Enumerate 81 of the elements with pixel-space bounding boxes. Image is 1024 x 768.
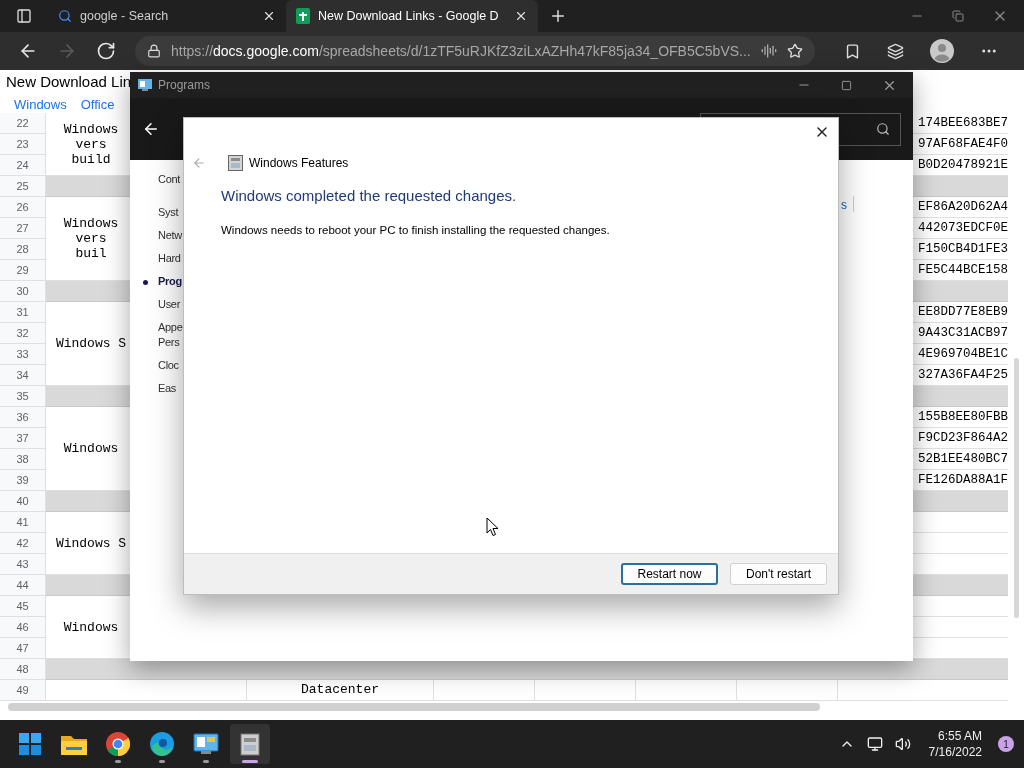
hash-cell-text: FE5C44BCE158 xyxy=(918,261,1008,279)
hash-cell-text: EE8DD77E8EB9 xyxy=(918,303,1008,321)
row-number: 27 xyxy=(16,220,29,236)
cell-text: Windows xyxy=(63,121,119,137)
row-number: 30 xyxy=(16,283,29,299)
cell-text: buil xyxy=(75,246,107,261)
tab-title: google - Search xyxy=(80,7,170,25)
row-number: 43 xyxy=(16,556,29,572)
notification-badge[interactable]: 1 xyxy=(998,736,1014,752)
sheet-tab[interactable]: Office xyxy=(80,95,115,115)
category-link[interactable]: Appe Pers xyxy=(158,316,183,354)
row-number: 33 xyxy=(16,346,29,362)
clock-time: 6:55 AM xyxy=(937,728,982,744)
address-bar[interactable]: https://docs.google.com/spreadsheets/d/1zTF5uRJKfZ3ziLxAZHh47kF85ja34_OFB5C5bVS... xyxy=(135,36,815,66)
category-link[interactable]: Syst xyxy=(158,201,179,224)
row-number: 45 xyxy=(16,598,29,614)
window-title: Programs xyxy=(158,77,210,94)
row-number: 36 xyxy=(16,409,29,425)
cell-text: Windows S xyxy=(55,535,127,551)
category-link[interactable]: User xyxy=(158,293,181,316)
hash-cell-text: EF86A20D62A4 xyxy=(918,198,1008,216)
row-number: 47 xyxy=(16,640,29,656)
dialog-message: Windows needs to reboot your PC to finish installing the requested changes. xyxy=(221,223,611,238)
cell-text: Windows xyxy=(63,619,119,635)
row-number: 25 xyxy=(16,178,29,194)
category-link[interactable]: Eas xyxy=(158,377,177,400)
hash-cell-text: 9A43C31ACB97 xyxy=(918,324,1008,342)
row-number: 26 xyxy=(16,199,29,215)
row-number: 31 xyxy=(16,304,29,320)
row-number: 40 xyxy=(16,493,29,509)
link[interactable]: s xyxy=(841,196,847,214)
hash-cell-text: 174BEE683BE7 xyxy=(918,114,1008,132)
table-cell: Datacenter xyxy=(247,680,434,701)
row-number: 35 xyxy=(16,388,29,404)
hash-cell-text: B0D20478921E xyxy=(918,156,1008,174)
cell-text: Windows xyxy=(63,441,119,456)
category-link[interactable]: Cloc xyxy=(158,354,179,377)
dialog-button[interactable]: Don't restart xyxy=(730,563,827,585)
hash-cell-text: 442073EDCF0E xyxy=(918,219,1008,237)
row-number: 44 xyxy=(16,577,29,593)
hash-cell-text: 327A36FA4F25 xyxy=(918,366,1008,384)
browser-tab[interactable]: New Download Links - Google D xyxy=(286,0,538,32)
row-number: 46 xyxy=(16,619,29,635)
cell-text: build xyxy=(71,151,111,167)
category-link[interactable]: Prog xyxy=(158,270,182,293)
cell-text: Windows S xyxy=(55,336,127,351)
dialog-heading: Windows completed the requested changes. xyxy=(221,186,518,206)
document-title: New Download Lin xyxy=(6,72,132,92)
row-number: 29 xyxy=(16,262,29,278)
hash-cell-text: 97AF68FAE4F0 xyxy=(918,135,1008,153)
category-link[interactable]: Netw xyxy=(158,224,182,247)
hash-cell-text: 4E969704BE1C xyxy=(918,345,1008,363)
row-number: 37 xyxy=(16,430,29,446)
hash-cell-text: F150CB4D1FE3 xyxy=(918,240,1008,258)
dialog-title: Windows Features xyxy=(249,155,349,172)
row-number: 42 xyxy=(16,535,29,551)
row-number: 39 xyxy=(16,472,29,488)
dialog-button[interactable]: Restart now xyxy=(621,563,718,585)
row-number: 23 xyxy=(16,136,29,152)
cell-text: vers xyxy=(75,136,107,152)
row-number: 41 xyxy=(16,514,29,530)
hash-cell-text: 52B1EE480BC7 xyxy=(918,450,1008,468)
hash-cell-text: F9CD23F864A2 xyxy=(918,429,1008,447)
home-link[interactable]: Cont xyxy=(158,168,181,191)
clock-date: 7/16/2022 xyxy=(928,744,982,760)
category-link[interactable]: Hard xyxy=(158,247,181,270)
row-number: 49 xyxy=(16,682,29,698)
sheet-tab[interactable]: Windows xyxy=(14,95,67,115)
hash-cell-text: 155B8EE80FBB xyxy=(918,408,1008,426)
row-number: 34 xyxy=(16,367,29,383)
tab-title: New Download Links - Google D xyxy=(318,7,500,25)
cell-text: Windows xyxy=(63,216,119,231)
row-number: 38 xyxy=(16,451,29,467)
row-number: 48 xyxy=(16,661,29,677)
url-text: https://docs.google.com/spreadsheets/d/1zTF5uRJKfZ3ziLxAZHh47kF85ja34_OFB5C5bVS... xyxy=(171,41,751,61)
row-number: 32 xyxy=(16,325,29,341)
row-number: 28 xyxy=(16,241,29,257)
cell-text: vers xyxy=(75,231,107,246)
row-number: 22 xyxy=(16,115,29,131)
row-number: 24 xyxy=(16,157,29,173)
hash-cell-text: FE126DA88A1F xyxy=(918,471,1008,489)
